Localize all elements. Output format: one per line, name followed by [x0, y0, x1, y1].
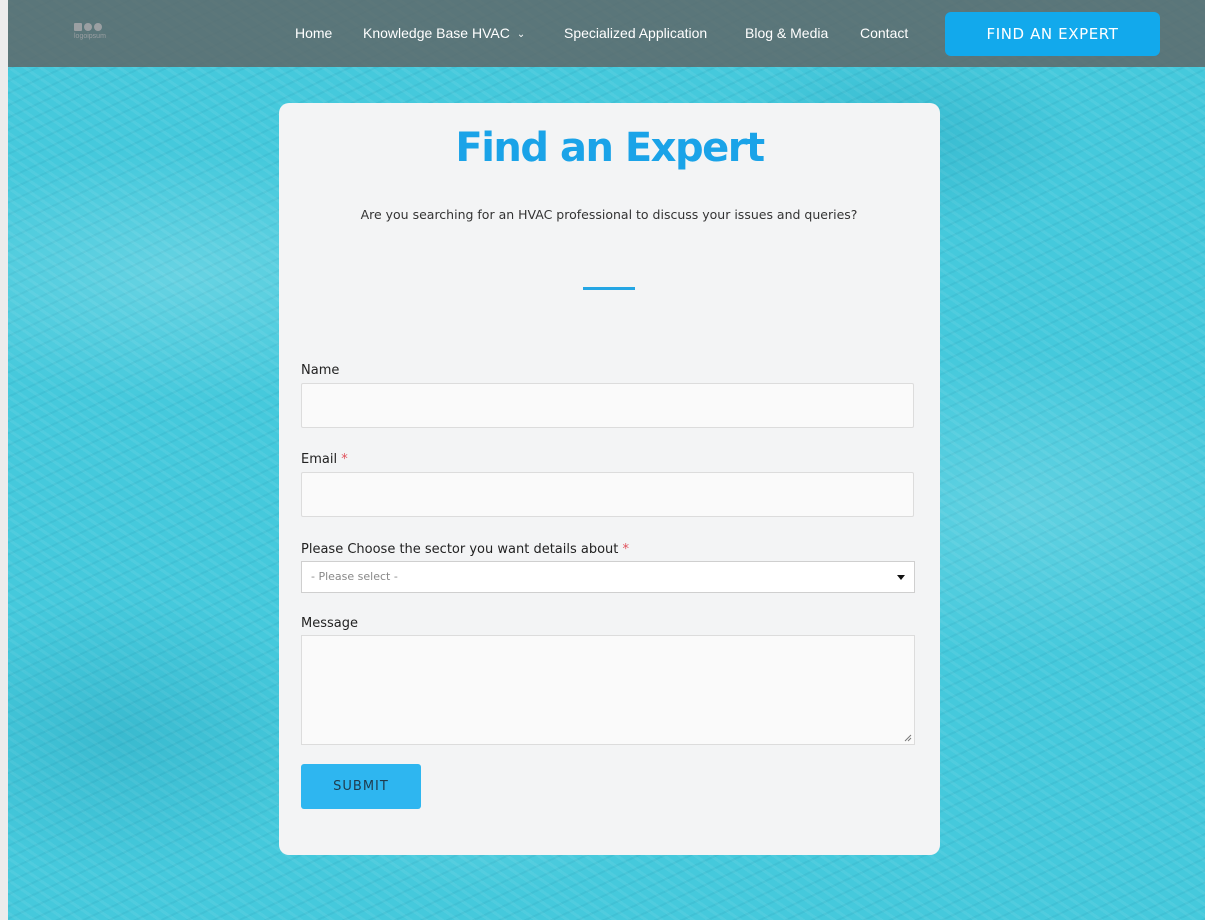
message-label-text: Message	[301, 616, 358, 631]
email-required-mark: *	[341, 452, 348, 467]
nav-home-label: Home	[295, 25, 333, 41]
name-label-text: Name	[301, 363, 340, 378]
page-title: Find an Expert	[455, 125, 765, 171]
email-label-text: Email	[301, 452, 338, 467]
email-label: Email *	[301, 452, 348, 467]
nav-knowledge-base-label: Knowledge Base HVAC	[363, 25, 510, 41]
message-label: Message	[301, 616, 358, 631]
site-header: logoipsum Home Knowledge Base HVAC ⌄ Spec…	[8, 0, 1205, 67]
site-logo[interactable]: logoipsum	[74, 23, 126, 45]
name-label: Name	[301, 363, 339, 378]
nav-contact-label: Contact	[860, 25, 909, 41]
sector-required-mark: *	[622, 542, 630, 557]
chevron-down-icon: ⌄	[516, 29, 526, 40]
submit-button[interactable]: SUBMIT	[301, 764, 421, 809]
sector-select[interactable]: - Please select -	[301, 561, 915, 593]
sector-label-text: Please Choose the sector you want detail…	[301, 542, 619, 557]
nav-home[interactable]: Home	[295, 25, 332, 41]
logo-text: logoipsum	[74, 33, 106, 40]
page-subtitle: Are you searching for an HVAC profession…	[360, 207, 858, 222]
nav-specialized-application[interactable]: Specialized Application	[564, 25, 707, 41]
sector-label: Please Choose the sector you want detail…	[301, 542, 629, 557]
nav-blog-media[interactable]: Blog & Media	[745, 25, 828, 41]
logo-mark	[74, 23, 126, 31]
title-divider	[583, 287, 635, 290]
email-field[interactable]	[301, 472, 914, 517]
find-an-expert-button[interactable]: FIND AN EXPERT	[945, 12, 1160, 56]
nav-contact[interactable]: Contact	[860, 25, 908, 41]
find-expert-form-card: Find an Expert Are you searching for an …	[279, 103, 940, 855]
nav-specialized-application-label: Specialized Application	[564, 25, 708, 41]
resize-grip-icon[interactable]	[904, 734, 912, 742]
caret-down-icon	[897, 575, 905, 580]
message-field[interactable]	[301, 635, 915, 745]
nav-knowledge-base[interactable]: Knowledge Base HVAC ⌄	[363, 25, 525, 41]
name-field[interactable]	[301, 383, 914, 428]
nav-blog-media-label: Blog & Media	[745, 25, 829, 41]
page-left-edge	[0, 0, 8, 920]
sector-select-value: - Please select -	[311, 570, 398, 583]
